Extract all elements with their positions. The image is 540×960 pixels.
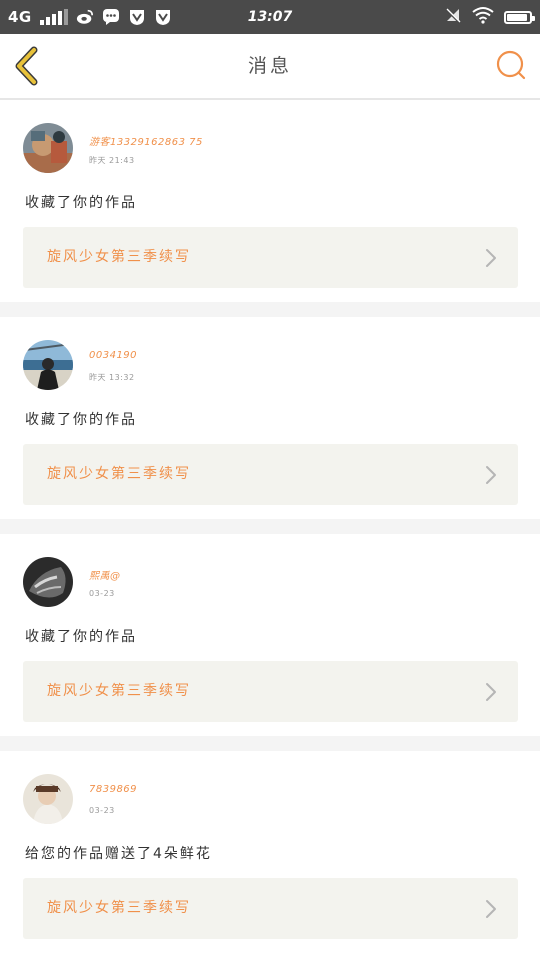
battery-icon bbox=[504, 10, 535, 24]
list-item[interactable]: 7839869 03-23 给您的作品赠送了4朵鲜花 旋风少女第三季续写 bbox=[0, 751, 540, 953]
timestamp: 03-23 bbox=[89, 589, 115, 598]
message-list: 游客13329162863 75 昨天 21:43 收藏了你的作品 旋风少女第三… bbox=[0, 100, 540, 953]
avatar[interactable] bbox=[23, 774, 73, 824]
status-bar: 4G 13:07 bbox=[0, 0, 540, 34]
action-text: 收藏了你的作品 bbox=[25, 412, 137, 428]
app-header: 消息 bbox=[0, 34, 540, 100]
timestamp: 昨天 21:43 bbox=[89, 156, 135, 165]
chevron-right-icon bbox=[486, 249, 496, 267]
chevron-right-icon bbox=[486, 900, 496, 918]
work-card[interactable]: 旋风少女第三季续写 bbox=[23, 661, 518, 722]
work-title: 旋风少女第三季续写 bbox=[47, 683, 191, 699]
list-item[interactable]: 游客13329162863 75 昨天 21:43 收藏了你的作品 旋风少女第三… bbox=[0, 100, 540, 317]
username[interactable]: 0034190 bbox=[89, 350, 137, 361]
work-card[interactable]: 旋风少女第三季续写 bbox=[23, 444, 518, 505]
list-item[interactable]: 熙禹@ 03-23 收藏了你的作品 旋风少女第三季续写 bbox=[0, 534, 540, 751]
list-item[interactable]: 0034190 昨天 13:32 收藏了你的作品 旋风少女第三季续写 bbox=[0, 317, 540, 534]
chevron-right-icon bbox=[486, 466, 496, 484]
avatar[interactable] bbox=[23, 557, 73, 607]
action-text: 收藏了你的作品 bbox=[25, 195, 137, 211]
timestamp: 昨天 13:32 bbox=[89, 373, 135, 382]
work-title: 旋风少女第三季续写 bbox=[47, 466, 191, 482]
action-text: 给您的作品赠送了4朵鲜花 bbox=[25, 846, 212, 862]
action-text: 收藏了你的作品 bbox=[25, 629, 137, 645]
chevron-right-icon bbox=[486, 683, 496, 701]
mute-icon bbox=[444, 6, 462, 28]
status-right bbox=[444, 0, 535, 34]
search-icon bbox=[496, 50, 526, 80]
work-card[interactable]: 旋风少女第三季续写 bbox=[23, 878, 518, 939]
work-title: 旋风少女第三季续写 bbox=[47, 900, 191, 916]
work-title: 旋风少女第三季续写 bbox=[47, 249, 191, 265]
timestamp: 03-23 bbox=[89, 806, 115, 815]
username[interactable]: 熙禹@ bbox=[89, 567, 121, 582]
username[interactable]: 游客13329162863 75 bbox=[89, 133, 203, 148]
avatar[interactable] bbox=[23, 340, 73, 390]
username[interactable]: 7839869 bbox=[89, 784, 137, 795]
wifi-icon bbox=[472, 6, 494, 28]
page-title: 消息 bbox=[247, 55, 292, 77]
avatar[interactable] bbox=[23, 123, 73, 173]
search-button[interactable] bbox=[494, 48, 528, 82]
work-card[interactable]: 旋风少女第三季续写 bbox=[23, 227, 518, 288]
